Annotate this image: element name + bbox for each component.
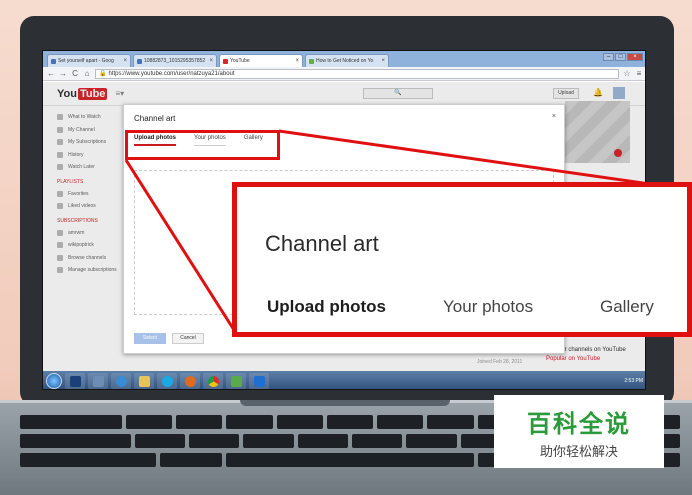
wikihow-icon	[309, 58, 314, 64]
start-button[interactable]	[46, 373, 62, 389]
folder-icon[interactable]	[134, 373, 154, 389]
zoomed-tabs: Upload photos Your photos Gallery	[267, 297, 654, 317]
close-tab-icon[interactable]: ×	[381, 58, 385, 64]
browser-tab-title: 10882873_1015295357852	[144, 58, 206, 64]
minimize-button[interactable]: –	[603, 53, 614, 61]
browser-tab[interactable]: 10882873_1015295357852 ×	[133, 54, 217, 67]
close-icon[interactable]: ×	[552, 113, 556, 120]
browser-tab[interactable]: How to Get Noticed on Yo ×	[305, 54, 389, 67]
zoomed-tab-upload-photos: Upload photos	[267, 297, 386, 316]
firefox-icon[interactable]	[180, 373, 200, 389]
home-icon[interactable]: ⌂	[83, 69, 91, 78]
maximize-button[interactable]: □	[615, 53, 626, 61]
star-icon[interactable]: ☆	[623, 69, 631, 78]
internet-explorer-icon[interactable]	[111, 373, 131, 389]
cancel-button[interactable]: Cancel	[172, 333, 204, 344]
browser-tab-active[interactable]: YouTube ×	[219, 54, 303, 67]
calculator-icon[interactable]	[88, 373, 108, 389]
tabs-highlight-box	[125, 130, 280, 160]
close-tab-icon[interactable]: ×	[295, 58, 299, 64]
close-window-button[interactable]: ×	[627, 53, 643, 61]
zoomed-tab-gallery: Gallery	[600, 297, 654, 316]
browser-tab-bar: Set yourself apart - Goog × 10882873_101…	[43, 51, 645, 67]
close-tab-icon[interactable]: ×	[209, 58, 213, 64]
lock-icon: 🔒	[99, 70, 107, 77]
youtube-icon	[223, 58, 228, 64]
windows-taskbar: 2:53 PM	[43, 371, 645, 389]
chrome-icon[interactable]	[203, 373, 223, 389]
browser-tab[interactable]: Set yourself apart - Goog ×	[47, 54, 131, 67]
zoomed-tab-your-photos: Your photos	[443, 297, 534, 316]
taskbar-clock: 2:53 PM	[624, 378, 643, 384]
zoomed-dialog-title: Channel art	[265, 231, 379, 256]
close-tab-icon[interactable]: ×	[123, 58, 127, 64]
photoshop-icon[interactable]	[65, 373, 85, 389]
facebook-icon	[137, 58, 142, 64]
window-controls: – □ ×	[603, 53, 643, 61]
url-text: https://www.youtube.com/user/natzuya21/a…	[108, 70, 235, 77]
address-bar[interactable]: 🔒 https://www.youtube.com/user/natzuya21/…	[95, 68, 619, 79]
browser-tab-title: YouTube	[230, 58, 250, 64]
watermark-subtitle: 助你轻松解决	[539, 444, 618, 460]
photoshop-icon[interactable]	[249, 373, 269, 389]
browser-toolbar: ← → C ⌂ 🔒 https://www.youtube.com/user/na…	[43, 67, 645, 81]
skype-icon[interactable]	[157, 373, 177, 389]
watermark-title: 百科全说	[527, 409, 631, 438]
zoomed-callout: Channel art Upload photos Your photos Ga…	[232, 182, 692, 337]
dialog-footer: Select Cancel	[134, 333, 204, 344]
reload-icon[interactable]: C	[71, 69, 79, 78]
back-icon[interactable]: ←	[47, 69, 55, 78]
select-button[interactable]: Select	[134, 333, 166, 344]
dialog-title: Channel art	[134, 114, 176, 123]
browser-tab-title: How to Get Noticed on Yo	[316, 58, 374, 64]
menu-icon[interactable]: ≡	[635, 69, 643, 78]
laptop-hinge	[240, 400, 450, 406]
browser-tab-title: Set yourself apart - Goog	[58, 58, 114, 64]
forward-icon[interactable]: →	[59, 69, 67, 78]
google-icon	[51, 58, 56, 64]
watermark-logo: 百科全说 助你轻松解决	[494, 395, 664, 468]
media-icon[interactable]	[226, 373, 246, 389]
